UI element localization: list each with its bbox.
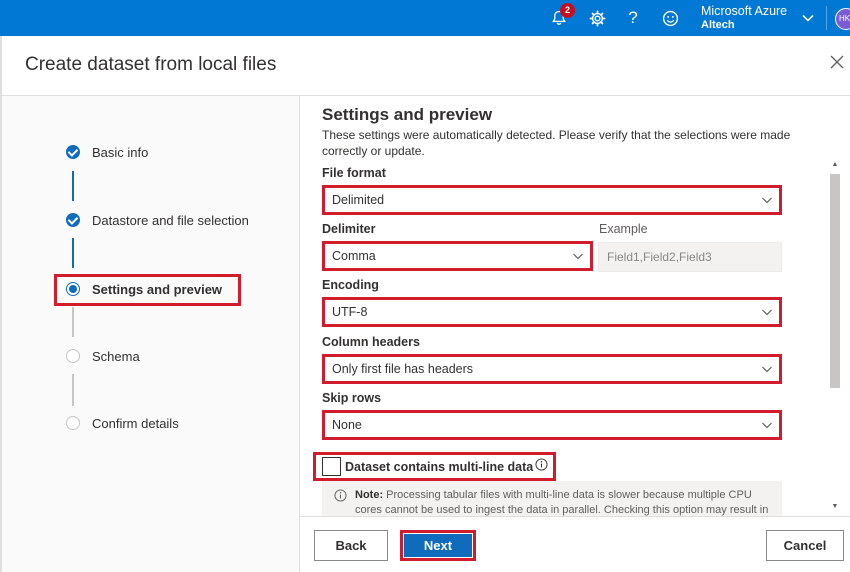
file-format-label: File format [322, 166, 386, 180]
step-label: Confirm details [92, 415, 179, 431]
note-text: Note: Processing tabular files with mult… [355, 488, 775, 516]
completed-step-icon [66, 213, 80, 227]
feedback-icon[interactable] [659, 7, 681, 29]
section-title: Settings and preview [322, 105, 493, 124]
step-connector [72, 171, 74, 201]
column-headers-value: Only first file has headers [332, 362, 474, 376]
chevron-down-icon [762, 309, 772, 316]
notification-badge: 2 [560, 3, 575, 18]
info-icon [334, 489, 347, 502]
chevron-down-icon [762, 197, 772, 204]
note-body: Processing tabular files with multi-line… [355, 489, 769, 516]
skip-rows-label: Skip rows [322, 391, 382, 405]
panel-divider [299, 96, 300, 572]
account-name: Microsoft Azure [701, 4, 788, 18]
delimiter-dropdown[interactable]: Comma [322, 241, 593, 271]
completed-step-icon [66, 145, 80, 159]
multiline-checkbox[interactable] [322, 457, 341, 476]
step-connector [72, 238, 74, 268]
scroll-down-icon[interactable]: ▼ [830, 502, 840, 512]
help-icon[interactable]: ? [622, 7, 644, 29]
next-button[interactable]: Next [400, 530, 476, 561]
encoding-value: UTF-8 [332, 305, 368, 319]
pending-step-icon [66, 416, 80, 430]
scrollbar[interactable]: ▲ ▼ [828, 160, 842, 516]
example-label: Example [599, 222, 648, 236]
smile-icon-svg [662, 10, 678, 26]
back-button[interactable]: Back [314, 530, 388, 561]
column-headers-label: Column headers [322, 335, 420, 349]
step-basic-info[interactable]: Basic info [66, 142, 148, 162]
step-datastore-selection[interactable]: Datastore and file selection [66, 210, 249, 230]
step-schema[interactable]: Schema [66, 346, 140, 366]
skip-rows-dropdown[interactable]: None [322, 410, 782, 440]
chevron-down-icon [573, 253, 583, 260]
gear-icon-svg [589, 10, 605, 26]
step-confirm-details[interactable]: Confirm details [66, 413, 179, 433]
step-connector [72, 307, 74, 337]
current-step-icon [66, 282, 80, 296]
scroll-thumb[interactable] [830, 174, 840, 388]
skip-rows-value: None [332, 418, 362, 432]
multiline-label[interactable]: Dataset contains multi-line data [345, 460, 533, 474]
topbar-separator [826, 6, 827, 30]
file-format-dropdown[interactable]: Delimited [322, 185, 782, 215]
chevron-down-icon [762, 366, 772, 373]
note-prefix: Note: [355, 489, 384, 501]
note-message: Note: Processing tabular files with mult… [322, 481, 782, 516]
pending-step-icon [66, 349, 80, 363]
example-field: Field1,Field2,Field3 [598, 242, 782, 272]
chevron-down-icon[interactable] [800, 10, 816, 26]
account-org: Altech [701, 19, 735, 31]
delimiter-value: Comma [332, 249, 376, 263]
step-label: Datastore and file selection [92, 212, 249, 228]
encoding-dropdown[interactable]: UTF-8 [322, 297, 782, 327]
step-label: Settings and preview [92, 281, 223, 297]
step-label: Basic info [92, 144, 149, 160]
scroll-up-icon[interactable]: ▲ [830, 160, 840, 170]
step-label: Schema [92, 348, 140, 364]
delimiter-label: Delimiter [322, 222, 376, 236]
wizard-steps-panel [2, 96, 299, 572]
gear-icon[interactable] [586, 7, 608, 29]
cancel-button[interactable]: Cancel [766, 530, 844, 561]
dialog-title: Create dataset from local files [25, 54, 277, 75]
column-headers-dropdown[interactable]: Only first file has headers [322, 354, 782, 384]
encoding-label: Encoding [322, 278, 379, 292]
close-icon[interactable] [829, 54, 845, 70]
step-connector [72, 374, 74, 406]
step-settings-preview[interactable]: Settings and preview [66, 279, 222, 299]
footer-divider [300, 516, 850, 517]
avatar[interactable]: HK [835, 8, 850, 30]
info-icon[interactable] [535, 458, 548, 471]
account-menu[interactable]: Microsoft Azure Altech [701, 4, 787, 32]
file-format-value: Delimited [332, 193, 385, 207]
top-bar: 2 ? Microsoft Azure Altech HK [0, 0, 850, 36]
chevron-down-icon [762, 422, 772, 429]
section-description: These settings were automatically detect… [322, 128, 791, 158]
